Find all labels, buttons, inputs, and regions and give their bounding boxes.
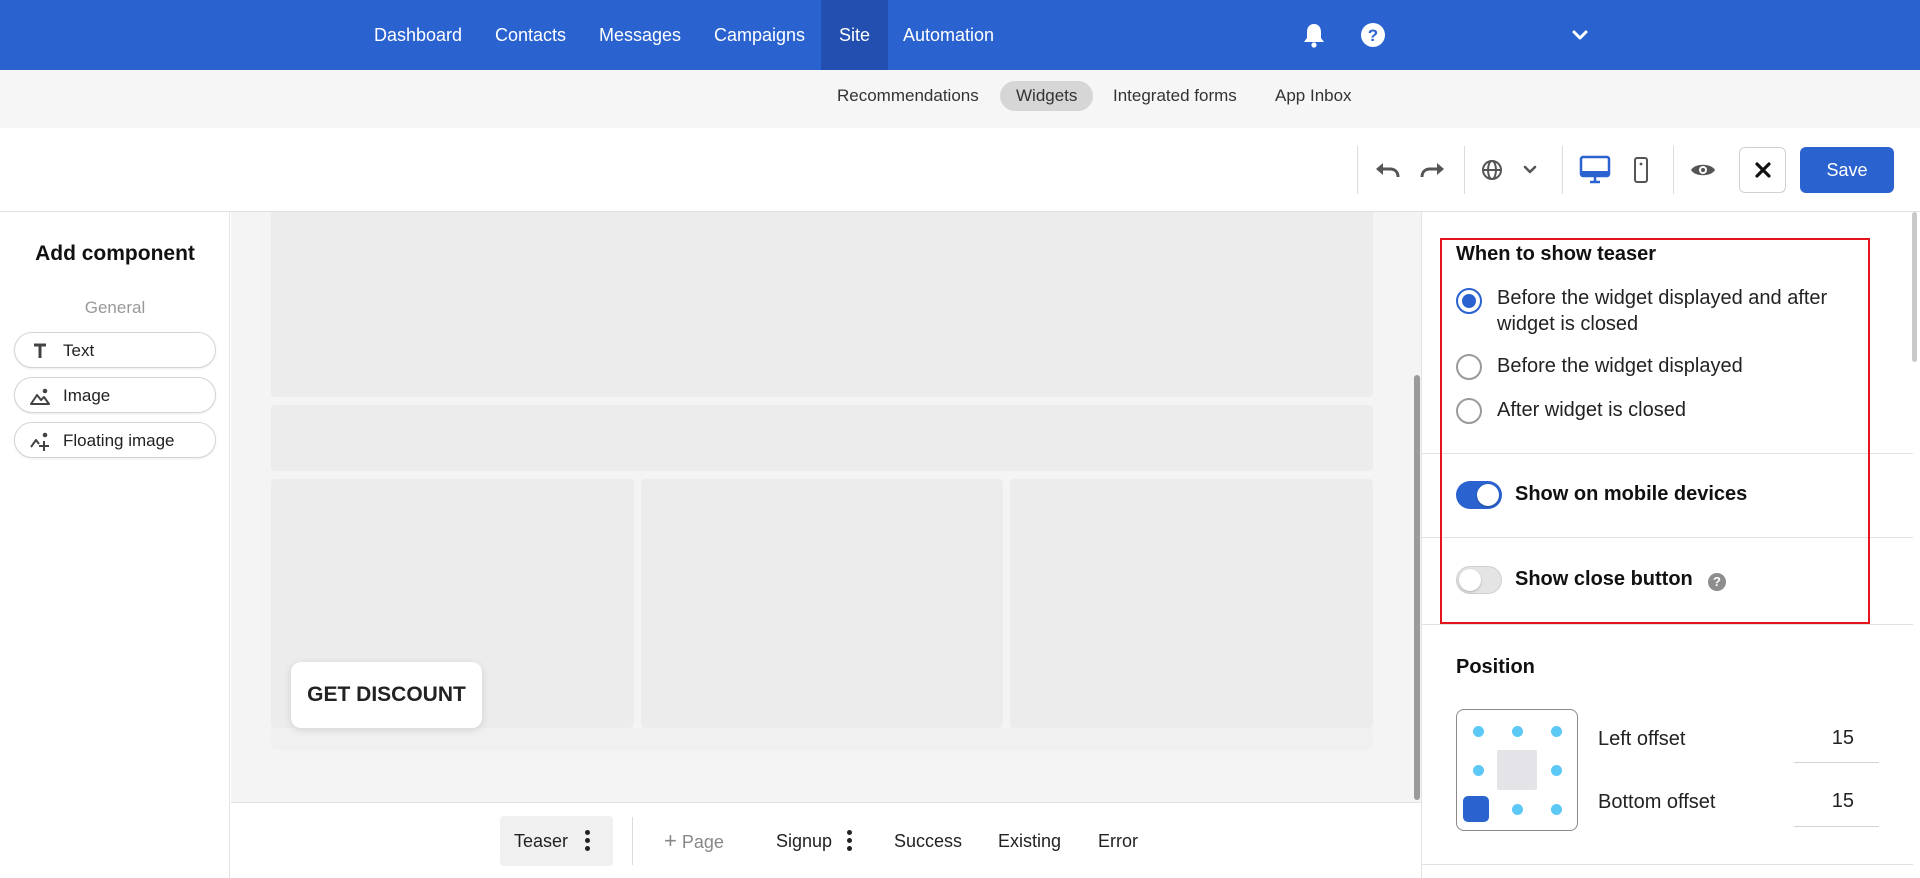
nav-campaigns[interactable]: Campaigns xyxy=(696,0,823,70)
close-button[interactable] xyxy=(1739,147,1786,193)
bottom-offset-input[interactable]: 15 xyxy=(1794,790,1854,813)
toolbar-divider xyxy=(1673,146,1674,194)
bell-icon[interactable] xyxy=(1299,20,1329,50)
add-component-panel: Add component General Text Image Floatin… xyxy=(0,212,230,878)
position-bottom-center[interactable] xyxy=(1512,804,1523,815)
add-page-label: Page xyxy=(681,832,724,852)
divider xyxy=(1421,864,1913,865)
globe-icon[interactable] xyxy=(1477,155,1507,185)
tab-widgets[interactable]: Widgets xyxy=(1000,81,1094,111)
position-heading: Position xyxy=(1456,656,1535,678)
canvas-scrollbar[interactable] xyxy=(1414,375,1420,800)
mobile-icon[interactable] xyxy=(1626,155,1656,185)
page-tab-label: Teaser xyxy=(514,831,569,851)
component-label: Image xyxy=(63,386,111,405)
position-middle-left[interactable] xyxy=(1473,765,1484,776)
placeholder-block xyxy=(271,212,1373,397)
component-label: Floating image xyxy=(63,431,175,450)
eye-icon[interactable] xyxy=(1688,155,1718,185)
left-offset-input[interactable]: 15 xyxy=(1794,727,1854,750)
plus-icon: + xyxy=(664,828,677,853)
placeholder-block xyxy=(271,728,1373,750)
divider xyxy=(1421,624,1913,625)
left-offset-label: Left offset xyxy=(1598,728,1686,750)
position-picker[interactable] xyxy=(1456,709,1578,831)
toolbar-divider xyxy=(1357,146,1358,194)
floating-image-icon xyxy=(30,432,49,451)
close-icon xyxy=(1755,162,1771,178)
help-icon[interactable]: ? xyxy=(1358,20,1388,50)
add-floating-image-button[interactable]: Floating image xyxy=(14,422,216,458)
page-bar: Teaser + Page Signup Success Existing Er… xyxy=(231,802,1421,878)
position-widget-preview xyxy=(1497,750,1537,790)
position-bottom-right[interactable] xyxy=(1551,804,1562,815)
tab-app-inbox[interactable]: App Inbox xyxy=(1259,81,1368,111)
page-bar-divider xyxy=(632,817,633,865)
input-underline xyxy=(1794,826,1879,827)
chevron-down-icon[interactable] xyxy=(1515,155,1545,185)
chevron-down-icon[interactable] xyxy=(1565,20,1595,50)
editor-toolbar: Save xyxy=(0,128,1920,212)
toolbar-divider xyxy=(1464,146,1465,194)
tab-recommendations[interactable]: Recommendations xyxy=(821,81,995,111)
bottom-offset-label: Bottom offset xyxy=(1598,791,1716,813)
image-icon xyxy=(30,388,50,405)
page-tab-teaser[interactable]: Teaser xyxy=(500,816,613,866)
settings-scrollbar[interactable] xyxy=(1912,212,1917,362)
svg-text:?: ? xyxy=(1368,26,1378,45)
page-tab-success[interactable]: Success xyxy=(894,803,962,878)
nav-site[interactable]: Site xyxy=(821,0,889,70)
add-text-button[interactable]: Text xyxy=(14,332,216,368)
page-tab-existing[interactable]: Existing xyxy=(998,803,1061,878)
more-options-icon[interactable] xyxy=(585,830,591,854)
tab-integrated-forms[interactable]: Integrated forms xyxy=(1097,81,1253,111)
highlight-box xyxy=(1440,238,1870,624)
nav-automation[interactable]: Automation xyxy=(885,0,1012,70)
add-image-button[interactable]: Image xyxy=(14,377,216,413)
undo-icon[interactable] xyxy=(1372,155,1402,185)
placeholder-block xyxy=(1010,479,1373,728)
teaser-button[interactable]: GET DISCOUNT xyxy=(291,662,482,728)
section-label: General xyxy=(84,298,146,317)
nav-messages[interactable]: Messages xyxy=(581,0,699,70)
toolbar-divider xyxy=(1562,146,1563,194)
top-navigation: Dashboard Contacts Messages Campaigns Si… xyxy=(0,0,1920,70)
page-tab-signup[interactable]: Signup xyxy=(776,803,832,878)
text-icon xyxy=(34,343,46,358)
placeholder-block xyxy=(271,405,1373,471)
desktop-icon[interactable] xyxy=(1578,152,1612,186)
position-top-center[interactable] xyxy=(1512,726,1523,737)
sub-navigation: Recommendations Widgets Integrated forms… xyxy=(0,70,1920,128)
position-bottom-left-selected[interactable] xyxy=(1463,796,1489,822)
position-middle-right[interactable] xyxy=(1551,765,1562,776)
position-top-left[interactable] xyxy=(1473,726,1484,737)
nav-dashboard[interactable]: Dashboard xyxy=(356,0,480,70)
nav-contacts[interactable]: Contacts xyxy=(477,0,584,70)
placeholder-block xyxy=(641,479,1003,728)
component-label: Text xyxy=(63,341,95,360)
input-underline xyxy=(1794,762,1879,763)
more-options-icon[interactable] xyxy=(847,830,853,854)
save-button[interactable]: Save xyxy=(1800,147,1894,193)
position-top-right[interactable] xyxy=(1551,726,1562,737)
panel-title: Add component xyxy=(35,242,195,265)
add-page-button[interactable]: + Page xyxy=(664,803,724,878)
page-tab-error[interactable]: Error xyxy=(1098,803,1138,878)
redo-icon[interactable] xyxy=(1418,155,1448,185)
